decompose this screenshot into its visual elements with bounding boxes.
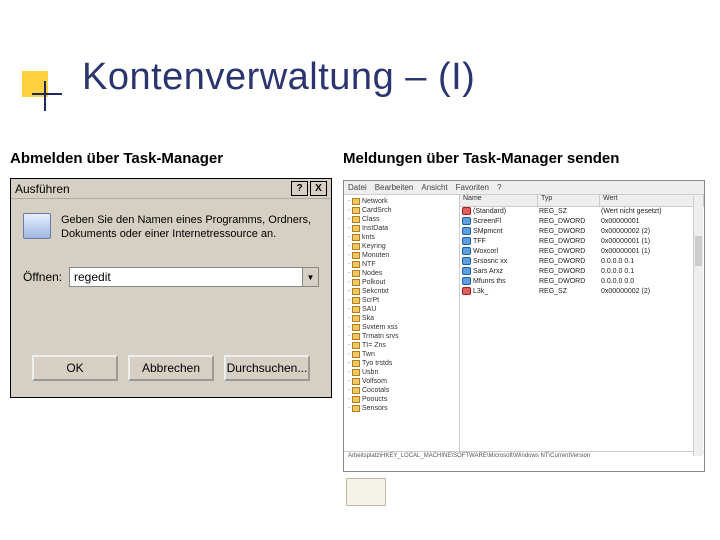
value-icon xyxy=(462,257,471,265)
folder-icon xyxy=(352,243,360,250)
slide-title: Kontenverwaltung – (I) xyxy=(82,56,475,99)
tree-item[interactable]: -Ska xyxy=(346,314,459,323)
tree-item[interactable]: -Class xyxy=(346,215,459,224)
tree-item[interactable]: -ScrPt xyxy=(346,296,459,305)
tree-item[interactable]: -Cocotals xyxy=(346,386,459,395)
ok-button[interactable]: OK xyxy=(32,355,118,381)
folder-icon xyxy=(352,405,360,412)
folder-icon xyxy=(352,369,360,376)
close-button[interactable]: X xyxy=(310,181,327,196)
folder-icon xyxy=(352,279,360,286)
folder-icon xyxy=(352,270,360,277)
regedit-statusbar: Arbeitsplatz\HKEY_LOCAL_MACHINE\SOFTWARE… xyxy=(344,451,704,465)
col-data[interactable]: Wert xyxy=(600,195,704,206)
browse-button[interactable]: Durchsuchen... xyxy=(224,355,310,381)
run-title: Ausführen xyxy=(15,182,289,196)
tree-item[interactable]: -TI= Zns xyxy=(346,341,459,350)
tree-item[interactable]: -Monuten xyxy=(346,251,459,260)
tree-item[interactable]: -Trmatn srvs xyxy=(346,332,459,341)
folder-icon xyxy=(352,387,360,394)
folder-icon xyxy=(352,306,360,313)
tree-item[interactable]: -Sekcntxt xyxy=(346,287,459,296)
registry-value-row[interactable]: Sars ArxzREG_DWORD0.0.0.0 0.1 xyxy=(460,267,704,277)
tree-item[interactable]: -Usbn xyxy=(346,368,459,377)
tree-item[interactable]: -Sensors xyxy=(346,404,459,413)
folder-icon xyxy=(352,216,360,223)
value-icon xyxy=(462,267,471,275)
folder-icon xyxy=(352,198,360,205)
registry-value-row[interactable]: SMpmcntREG_DWORD0x00000002 (2) xyxy=(460,227,704,237)
subtitle-left: Abmelden über Task-Manager xyxy=(10,150,223,167)
regedit-list[interactable]: Name Typ Wert (Standard)REG_SZ(Wert nich… xyxy=(460,195,704,451)
tree-item[interactable]: -Volfsom xyxy=(346,377,459,386)
tree-item[interactable]: -Tyo trstds xyxy=(346,359,459,368)
folder-icon xyxy=(352,225,360,232)
folder-icon xyxy=(352,252,360,259)
folder-icon xyxy=(352,288,360,295)
open-input[interactable] xyxy=(69,267,303,287)
regedit-menubar[interactable]: Datei Bearbeiten Ansicht Favoriten? xyxy=(344,181,704,195)
run-dialog: Ausführen ? X Geben Sie den Namen eines … xyxy=(10,178,332,398)
value-icon xyxy=(462,207,471,215)
regedit-window: Datei Bearbeiten Ansicht Favoriten? -Networ… xyxy=(343,180,705,472)
slide-bullet-icon xyxy=(22,71,48,97)
registry-value-row[interactable]: L3k_REG_SZ0x00000002 (2) xyxy=(460,287,704,297)
open-dropdown-button[interactable]: ▼ xyxy=(303,267,319,287)
folder-icon xyxy=(352,207,360,214)
registry-value-row[interactable]: (Standard)REG_SZ(Wert nicht gesetzt) xyxy=(460,207,704,217)
tree-item[interactable]: -Nodes xyxy=(346,269,459,278)
tree-item[interactable]: -Polkout xyxy=(346,278,459,287)
mini-thumbnail xyxy=(346,478,386,506)
col-type[interactable]: Typ xyxy=(538,195,600,206)
open-label: Öffnen: xyxy=(23,270,69,284)
folder-icon xyxy=(352,378,360,385)
folder-icon xyxy=(352,324,360,331)
value-icon xyxy=(462,227,471,235)
folder-icon xyxy=(352,297,360,304)
registry-value-row[interactable]: ScreenFlREG_DWORD0x00000001 xyxy=(460,217,704,227)
folder-icon xyxy=(352,315,360,322)
run-icon xyxy=(23,213,51,239)
cancel-button[interactable]: Abbrechen xyxy=(128,355,214,381)
subtitle-right: Meldungen über Task-Manager senden xyxy=(343,150,619,167)
tree-item[interactable]: -Pooucts xyxy=(346,395,459,404)
menu-item[interactable]: Datei xyxy=(348,183,367,192)
value-icon xyxy=(462,277,471,285)
tree-item[interactable]: -SAU xyxy=(346,305,459,314)
folder-icon xyxy=(352,360,360,367)
registry-value-row[interactable]: Srsosnc xxREG_DWORD0.0.0.0 0.1 xyxy=(460,257,704,267)
folder-icon xyxy=(352,351,360,358)
tree-item[interactable]: -Network xyxy=(346,197,459,206)
folder-icon xyxy=(352,333,360,340)
value-icon xyxy=(462,247,471,255)
menu-item[interactable]: Favoriten xyxy=(456,183,489,192)
value-icon xyxy=(462,287,471,295)
help-button[interactable]: ? xyxy=(291,181,308,196)
folder-icon xyxy=(352,342,360,349)
folder-icon xyxy=(352,234,360,241)
tree-item[interactable]: -NTF xyxy=(346,260,459,269)
registry-value-row[interactable]: TFFREG_DWORD0x00000001 (1) xyxy=(460,237,704,247)
tree-item[interactable]: -CardSrch xyxy=(346,206,459,215)
menu-item[interactable]: Ansicht xyxy=(421,183,447,192)
folder-icon xyxy=(352,396,360,403)
tree-item[interactable]: -Twn xyxy=(346,350,459,359)
folder-icon xyxy=(352,261,360,268)
menu-item[interactable]: Bearbeiten xyxy=(375,183,414,192)
menu-item[interactable]: ? xyxy=(497,183,501,192)
regedit-scrollbar[interactable] xyxy=(693,196,703,456)
tree-item[interactable]: -Keyring xyxy=(346,242,459,251)
value-icon xyxy=(462,217,471,225)
run-prompt: Geben Sie den Namen eines Programms, Ord… xyxy=(61,213,319,241)
tree-item[interactable]: -Svxtem xss xyxy=(346,323,459,332)
registry-value-row[interactable]: Mfunrs thsREG_DWORD0.0.0.0 0.0 xyxy=(460,277,704,287)
value-icon xyxy=(462,237,471,245)
tree-item[interactable]: -InstData xyxy=(346,224,459,233)
regedit-tree[interactable]: -Network-CardSrch-Class-InstData-knts-Ke… xyxy=(344,195,460,451)
registry-value-row[interactable]: WoxcorlREG_DWORD0x00000001 (1) xyxy=(460,247,704,257)
run-titlebar: Ausführen ? X xyxy=(11,179,331,199)
tree-item[interactable]: -knts xyxy=(346,233,459,242)
col-name[interactable]: Name xyxy=(460,195,538,206)
